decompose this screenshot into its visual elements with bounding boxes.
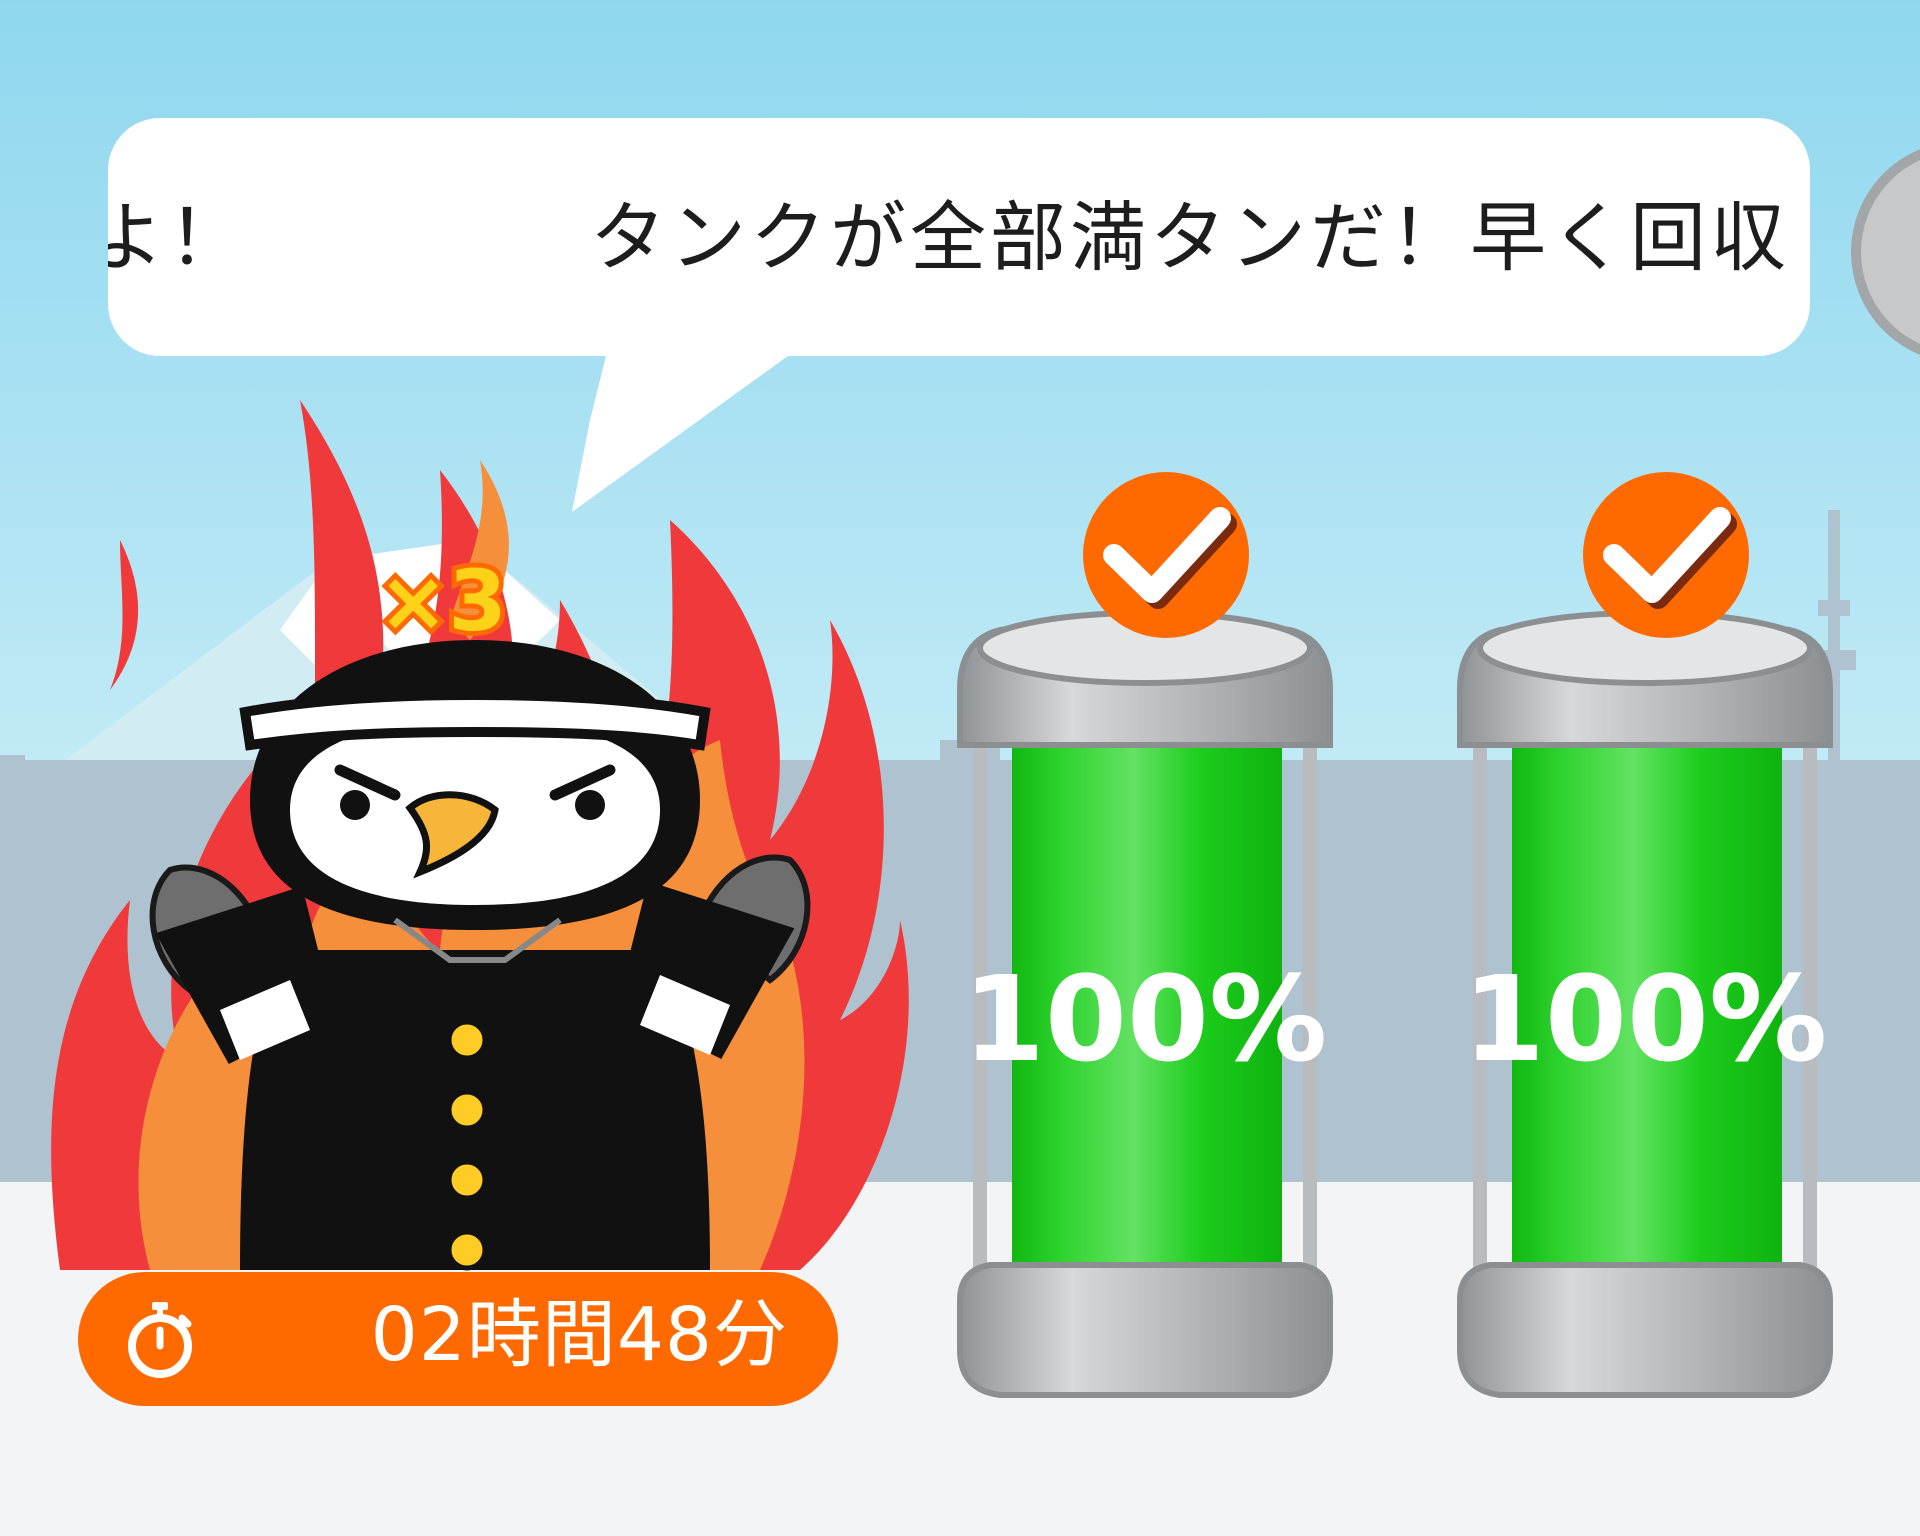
- stopwatch-icon: [128, 1302, 192, 1378]
- speech-message: タンクが全部満タンだ！早く回収: [590, 193, 1790, 282]
- check-icon: [1083, 472, 1249, 638]
- speech-message-tail: よ！: [108, 193, 248, 282]
- speech-bubble: よ！ タンクが全部満タンだ！早く回収: [108, 118, 1810, 356]
- tank-fill-label: 100%: [1463, 950, 1828, 1088]
- tank-fill-label: 100%: [963, 950, 1328, 1088]
- check-icon: [1583, 472, 1749, 638]
- remaining-time-pill: 02時間48分: [78, 1272, 838, 1406]
- speech-bubble-marquee: よ！ タンクが全部満タンだ！早く回収: [108, 118, 1810, 356]
- multiplier-badge: ×3: [378, 552, 507, 650]
- remaining-time: 02時間48分: [370, 1292, 788, 1378]
